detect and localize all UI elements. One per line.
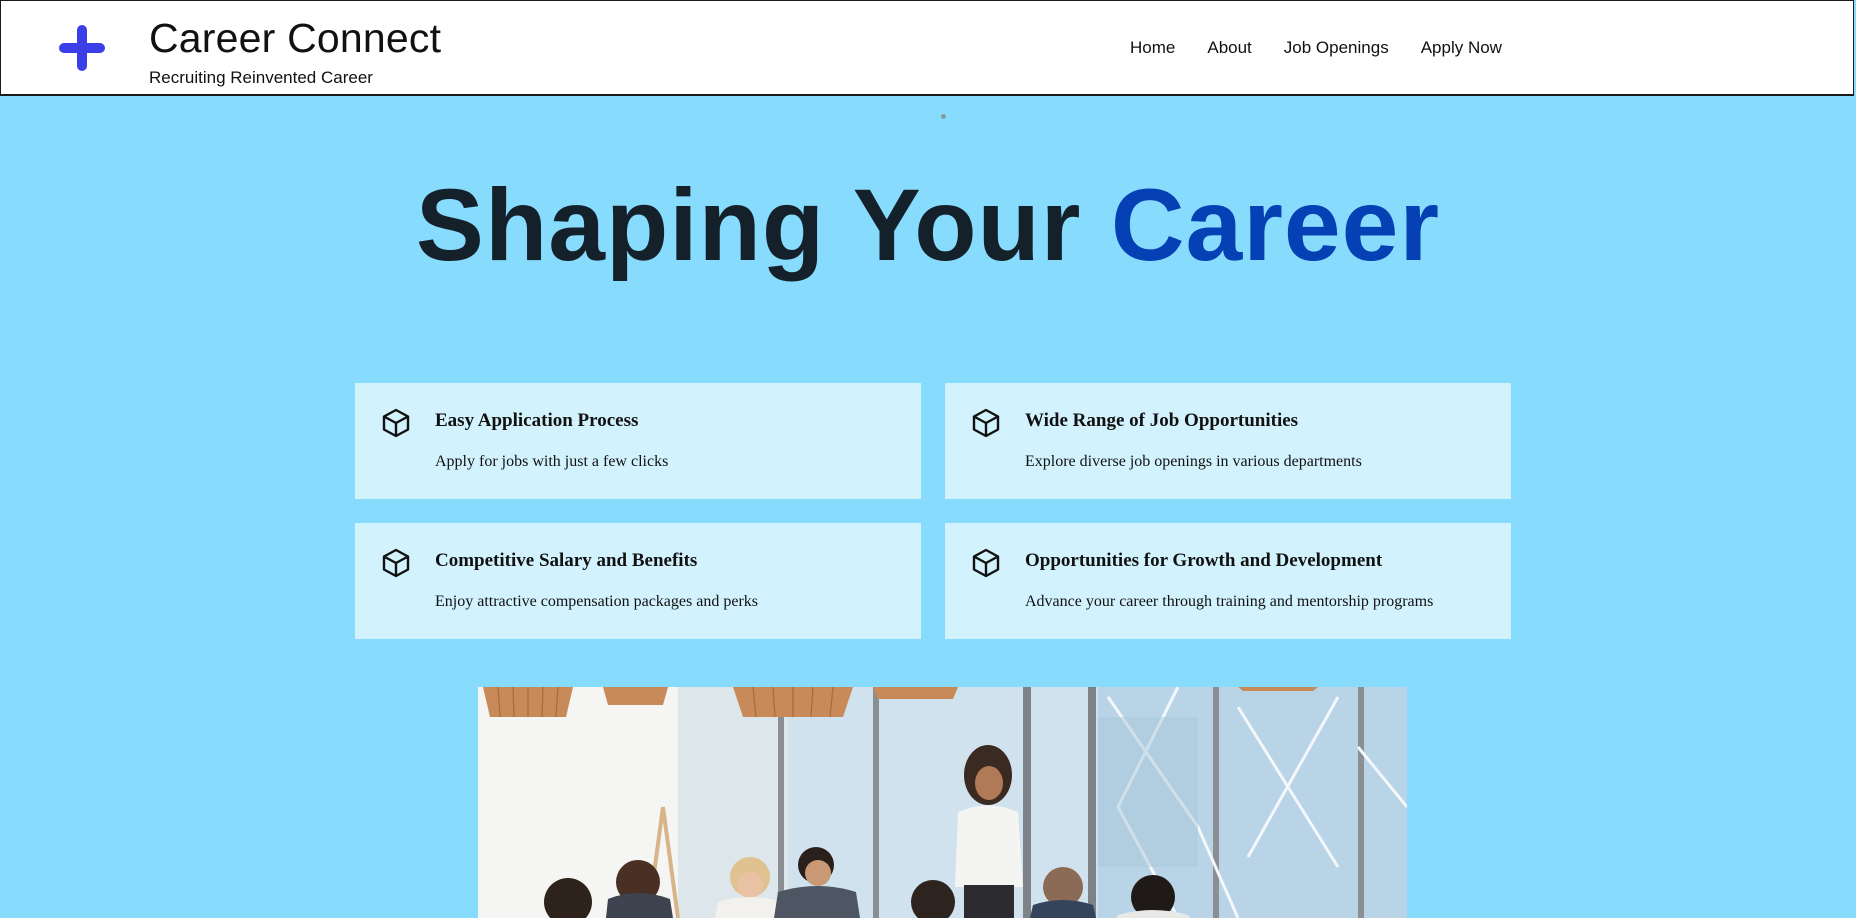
feature-description: Explore diverse job openings in various … — [1025, 453, 1362, 470]
nav-link-apply-now[interactable]: Apply Now — [1421, 38, 1502, 58]
office-meeting-illustration — [478, 687, 1407, 918]
feature-card: Opportunities for Growth and Development… — [945, 523, 1511, 639]
nav-link-home[interactable]: Home — [1130, 38, 1175, 58]
carousel-dot[interactable] — [941, 114, 946, 119]
nav-link-about[interactable]: About — [1207, 38, 1251, 58]
brand-title[interactable]: Career Connect — [149, 15, 441, 62]
feature-title: Opportunities for Growth and Development — [1025, 550, 1383, 571]
feature-card: Competitive Salary and Benefits Enjoy at… — [355, 523, 921, 639]
feature-title: Wide Range of Job Opportunities — [1025, 410, 1299, 431]
feature-card: Easy Application Process Apply for jobs … — [355, 383, 921, 499]
cube-icon — [382, 548, 410, 578]
brand-tagline: Recruiting Reinvented Career — [149, 68, 373, 87]
hero-title-main: Shaping Your — [415, 168, 1082, 282]
feature-title: Competitive Salary and Benefits — [435, 550, 698, 571]
office-meeting-photo — [478, 687, 1407, 918]
cube-icon — [382, 408, 410, 438]
page: Career Connect Recruiting Reinvented Car… — [0, 0, 1856, 918]
feature-description: Apply for jobs with just a few clicks — [435, 453, 669, 470]
feature-description: Enjoy attractive compensation packages a… — [435, 593, 758, 610]
feature-card: Wide Range of Job Opportunities Explore … — [945, 383, 1511, 499]
plus-icon[interactable] — [57, 23, 107, 73]
feature-description: Advance your career through training and… — [1025, 593, 1434, 610]
hero-title: Shaping Your Career — [0, 167, 1856, 284]
hero-title-accent: Career — [1110, 168, 1441, 282]
feature-title: Easy Application Process — [435, 410, 639, 431]
cube-icon — [972, 408, 1000, 438]
nav-link-job-openings[interactable]: Job Openings — [1284, 38, 1389, 58]
main-nav: Home About Job Openings Apply Now — [1130, 38, 1534, 58]
site-header: Career Connect Recruiting Reinvented Car… — [0, 0, 1854, 96]
cube-icon — [972, 548, 1000, 578]
